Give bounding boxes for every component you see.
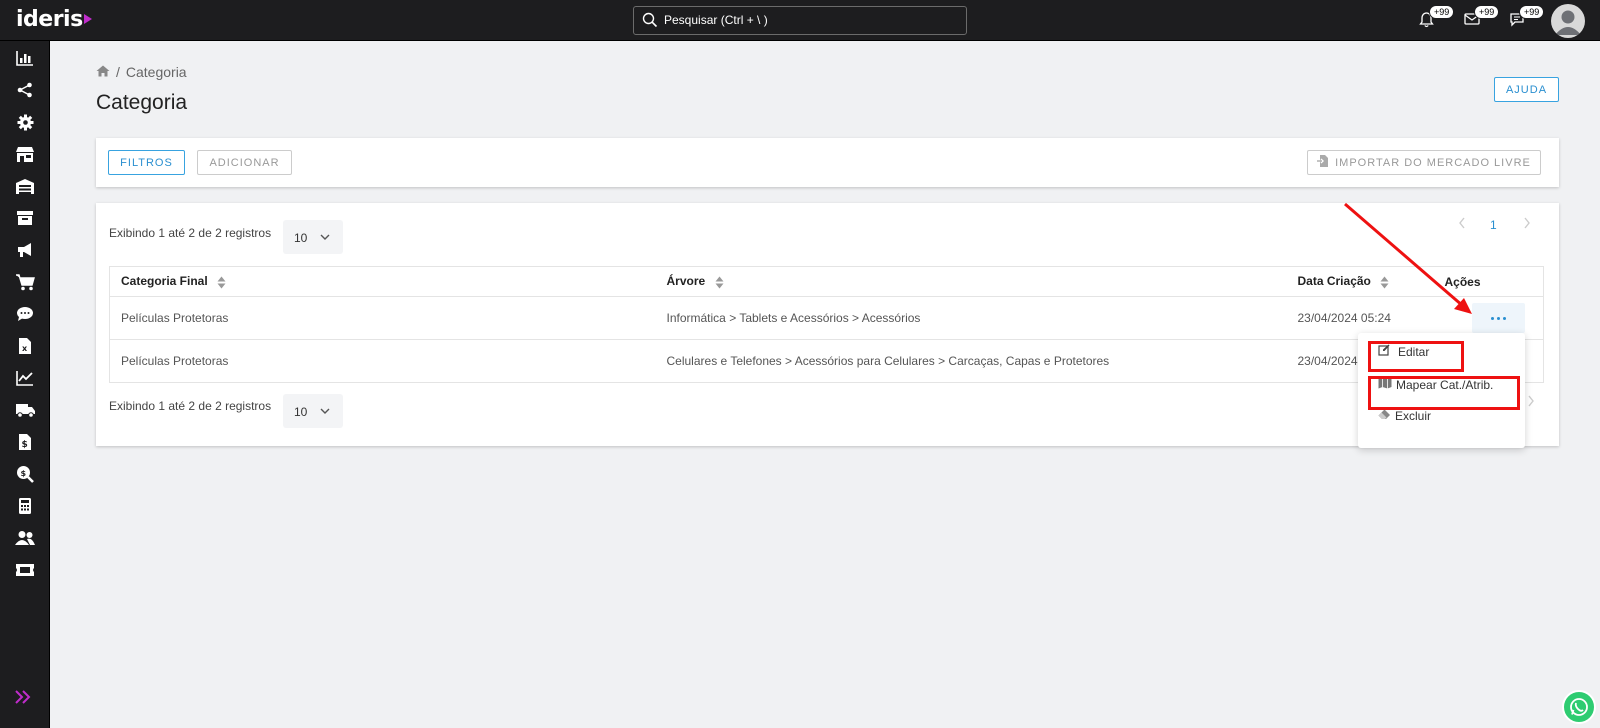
whatsapp-icon	[1570, 698, 1588, 716]
whatsapp-button[interactable]	[1562, 690, 1596, 724]
annotation-arrow	[1344, 202, 1472, 314]
